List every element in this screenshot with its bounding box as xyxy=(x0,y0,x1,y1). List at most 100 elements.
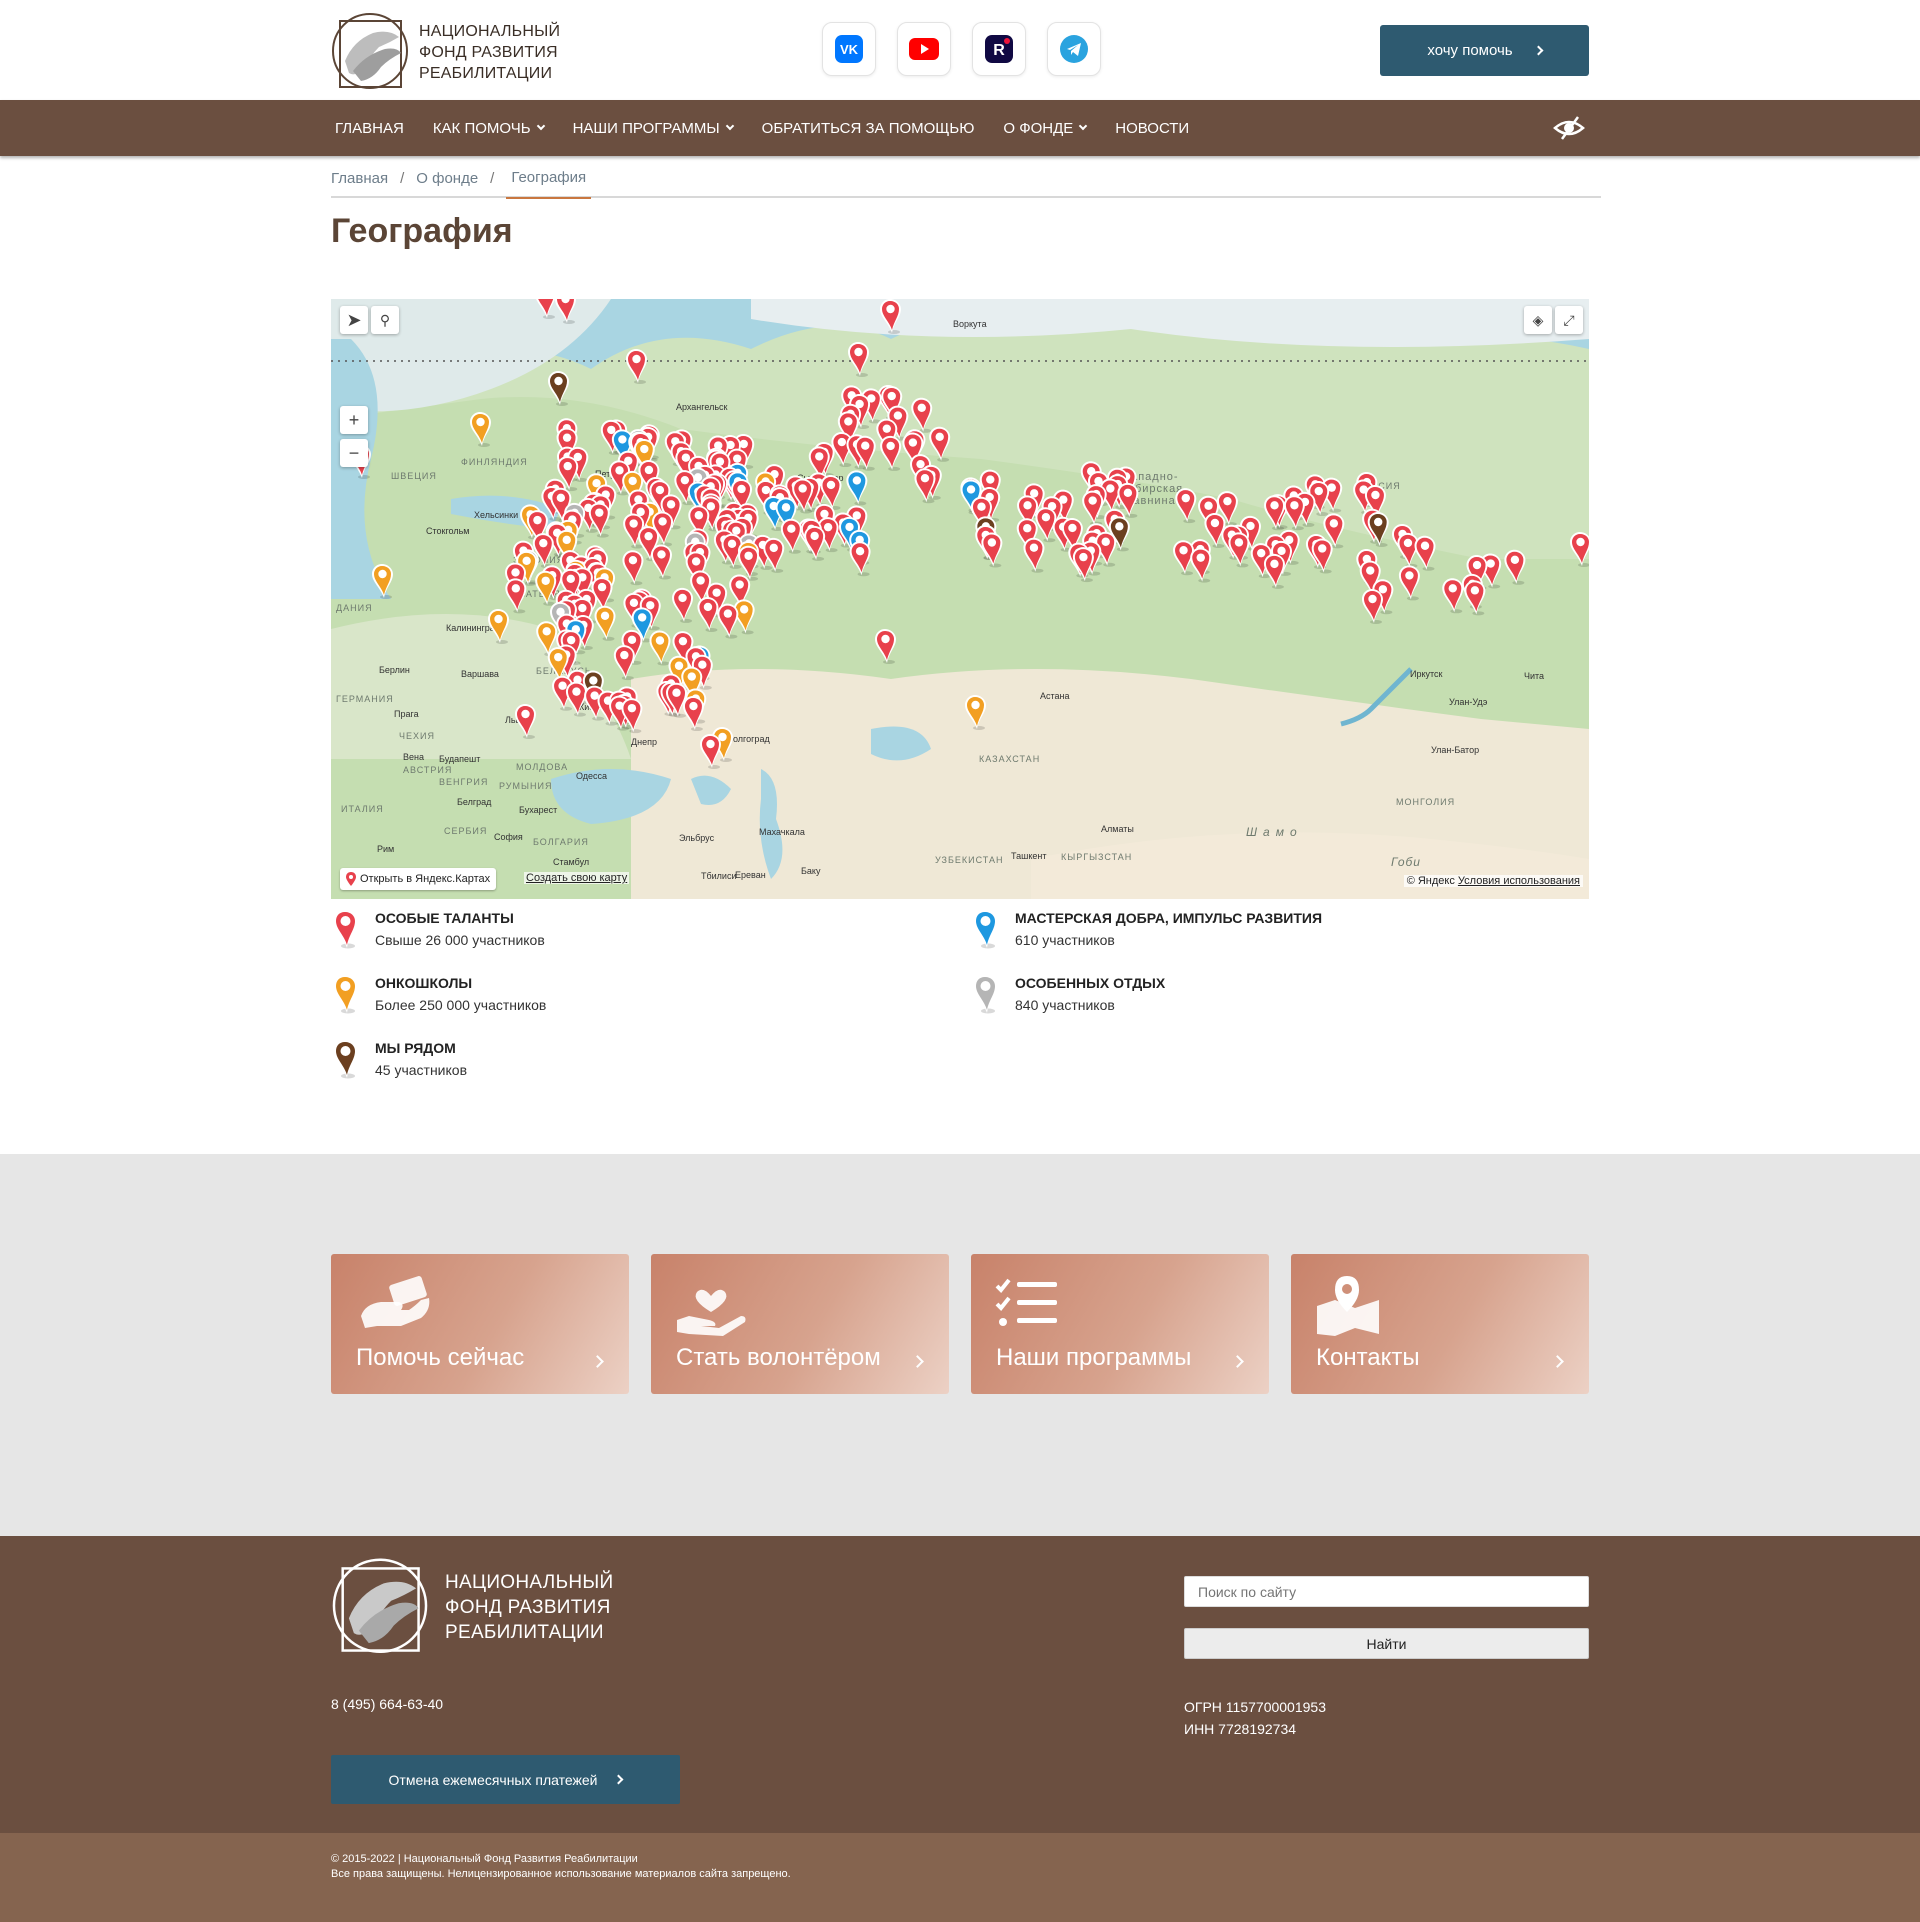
cancel-monthly-payments-button[interactable]: Отмена ежемесячных платежей xyxy=(331,1755,680,1804)
map-marker[interactable] xyxy=(565,681,587,717)
geography-map[interactable]: Воркута Архангельск Петрозаводск Сыктывк… xyxy=(331,299,1589,899)
zoom-out-button[interactable]: − xyxy=(340,439,368,467)
map-marker[interactable] xyxy=(626,349,647,384)
map-copyright-text: © Яндекс xyxy=(1406,875,1455,887)
map-marker[interactable] xyxy=(981,532,1003,568)
map-marker[interactable] xyxy=(875,629,896,664)
help-now-card[interactable]: Помочь сейчас xyxy=(331,1254,629,1394)
map-terms-link[interactable]: Условия использования xyxy=(1458,875,1580,887)
map-marker[interactable] xyxy=(1414,535,1436,571)
svg-text:VK: VK xyxy=(840,42,859,57)
map-marker[interactable] xyxy=(1311,538,1333,574)
map-marker[interactable] xyxy=(535,299,556,319)
rutube-link[interactable]: R xyxy=(972,22,1026,76)
map-marker[interactable] xyxy=(1464,580,1486,616)
map-marker[interactable] xyxy=(548,371,569,406)
map-marker[interactable] xyxy=(849,541,871,577)
nav-item-how-to-help[interactable]: Как помочь xyxy=(421,120,556,137)
site-logo[interactable]: Национальный фонд развития реабилитации xyxy=(331,11,561,93)
create-map-link[interactable]: Создать свою карту xyxy=(524,872,630,884)
volunteer-card[interactable]: Стать волонтёром xyxy=(651,1254,949,1394)
nav-item-news[interactable]: Новости xyxy=(1103,120,1201,137)
contacts-card[interactable]: Контакты xyxy=(1291,1254,1589,1394)
zoom-in-button[interactable]: + xyxy=(340,406,368,434)
map-copyright: © Яндекс Условия использования xyxy=(1403,875,1583,887)
footer-copyright: © 2015-2022 | Национальный Фонд Развития… xyxy=(331,1853,638,1865)
map-marker[interactable] xyxy=(535,570,557,606)
chevron-right-icon xyxy=(614,1774,624,1785)
map-marker[interactable] xyxy=(1504,549,1526,585)
social-links: VK R xyxy=(822,22,1101,76)
map-marker[interactable] xyxy=(1442,578,1464,614)
map-marker[interactable] xyxy=(470,412,491,447)
map-marker[interactable] xyxy=(804,525,826,561)
map-marker[interactable] xyxy=(1228,532,1250,568)
map-marker[interactable] xyxy=(1398,565,1420,601)
map-marker[interactable] xyxy=(697,596,719,632)
map-marker[interactable] xyxy=(1397,532,1419,568)
footer-logo[interactable]: Национальный фонд развития реабилитации xyxy=(331,1556,613,1658)
map-marker-icon xyxy=(334,910,357,949)
breadcrumb-about[interactable]: О фонде xyxy=(416,170,478,187)
breadcrumb-home[interactable]: Главная xyxy=(331,170,388,187)
site-search-button[interactable]: Найти xyxy=(1184,1628,1589,1659)
layers-button[interactable]: ◈ xyxy=(1524,306,1552,334)
open-in-yandex-link[interactable]: Открыть в Яндекс.Картах xyxy=(340,868,497,890)
map-marker[interactable] xyxy=(1082,490,1104,526)
want-to-help-button[interactable]: хочу помочь xyxy=(1380,25,1589,76)
fullscreen-button[interactable]: ⤢ xyxy=(1555,306,1583,334)
geolocation-button[interactable]: ➤ xyxy=(340,306,368,334)
map-marker[interactable] xyxy=(911,397,933,433)
legend-item-workshop: Мастерская добра, Импульс развития 610 уч… xyxy=(971,908,1322,950)
map-marker[interactable] xyxy=(372,564,393,599)
map-marker[interactable] xyxy=(1570,532,1589,567)
map-marker[interactable] xyxy=(846,470,868,506)
accessibility-eye-icon[interactable] xyxy=(1552,114,1586,142)
map-marker[interactable] xyxy=(700,734,721,769)
minus-icon: − xyxy=(348,442,360,463)
map-marker[interactable] xyxy=(880,435,902,471)
map-marker[interactable] xyxy=(965,695,986,730)
map-marker[interactable] xyxy=(1023,537,1045,573)
footer-phone[interactable]: 8 (495) 664-63-40 xyxy=(331,1696,443,1712)
map-marker[interactable] xyxy=(1072,547,1094,583)
chevron-right-icon xyxy=(1231,1355,1244,1368)
logo-line-1: Национальный xyxy=(419,22,561,40)
map-marker[interactable] xyxy=(515,704,536,739)
map-marker[interactable] xyxy=(594,605,616,641)
map-marker[interactable] xyxy=(1283,495,1305,531)
map-marker[interactable] xyxy=(1175,488,1197,524)
checklist-icon xyxy=(995,1278,1057,1326)
map-marker[interactable] xyxy=(929,426,951,462)
telegram-link[interactable] xyxy=(1047,22,1101,76)
map-marker[interactable] xyxy=(505,578,527,614)
map-marker[interactable] xyxy=(682,696,704,732)
programs-card[interactable]: Наши программы xyxy=(971,1254,1269,1394)
open-in-yandex-label: Открыть в Яндекс.Картах xyxy=(360,873,491,885)
map-marker[interactable] xyxy=(1264,495,1286,531)
nav-item-request-help[interactable]: Обратиться за помощью xyxy=(750,120,987,137)
youtube-link[interactable] xyxy=(897,22,951,76)
nav-item-home[interactable]: Главная xyxy=(323,120,416,137)
vk-icon: VK xyxy=(835,35,863,63)
map-marker[interactable] xyxy=(650,544,672,580)
map-marker[interactable] xyxy=(555,299,576,324)
map-marker[interactable] xyxy=(1362,589,1383,624)
map-marker[interactable] xyxy=(1190,547,1212,583)
footer-logo-line-2: фонд развития xyxy=(445,1596,611,1618)
map-marker[interactable] xyxy=(672,587,694,623)
site-search-input[interactable] xyxy=(1184,1576,1589,1607)
map-marker[interactable] xyxy=(848,342,869,377)
map-marker[interactable] xyxy=(717,603,739,639)
map-marker[interactable] xyxy=(1263,553,1285,589)
map-marker[interactable] xyxy=(622,550,644,586)
vk-link[interactable]: VK xyxy=(822,22,876,76)
map-marker[interactable] xyxy=(880,299,901,334)
map-search-button[interactable]: ⚲ xyxy=(371,306,399,334)
chevron-right-icon xyxy=(591,1355,604,1368)
nav-item-about[interactable]: О фонде xyxy=(991,120,1098,137)
map-marker[interactable] xyxy=(649,630,671,666)
map-marker[interactable] xyxy=(488,609,509,644)
map-marker[interactable] xyxy=(613,645,635,681)
nav-item-programs[interactable]: Наши программы xyxy=(561,120,745,137)
